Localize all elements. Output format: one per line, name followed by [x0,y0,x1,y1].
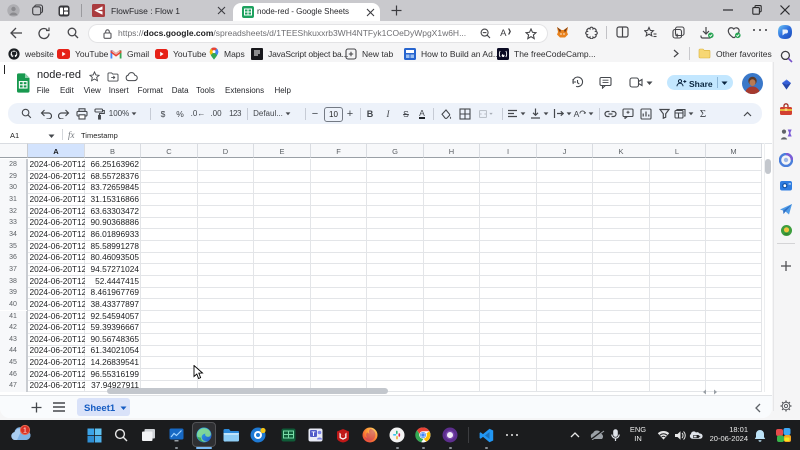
svg-text:1: 1 [23,428,27,435]
svg-text:T: T [311,431,315,438]
